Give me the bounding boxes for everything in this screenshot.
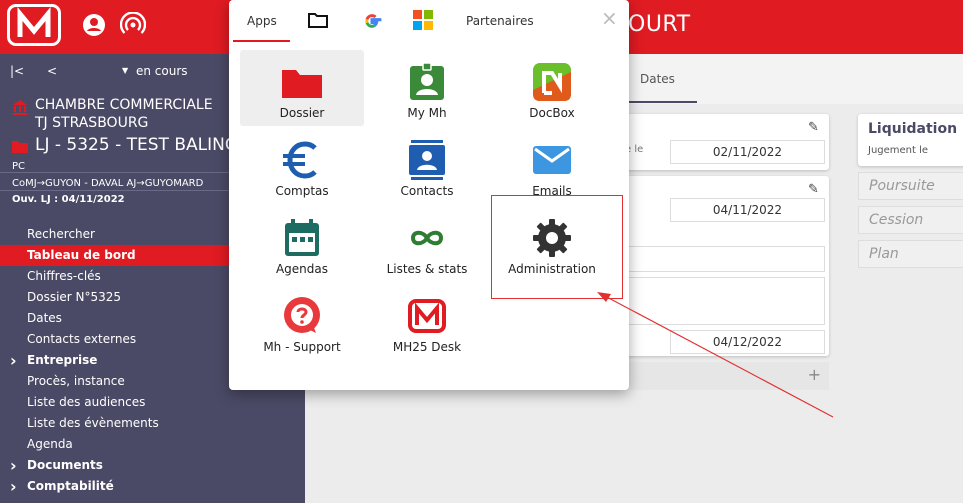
account-circle-icon[interactable]: [81, 12, 107, 38]
sidebar-item-label: Chiffres-clés: [27, 269, 101, 283]
calendar-icon: [285, 219, 319, 256]
folder-icon: [282, 70, 322, 98]
procedure-option-cession[interactable]: Cession: [858, 206, 963, 234]
textarea-field[interactable]: [615, 277, 825, 325]
edit-pencil-icon[interactable]: ✎: [808, 120, 819, 135]
euro-icon: [283, 141, 317, 179]
app-listes-stats[interactable]: Listes & stats: [365, 206, 489, 282]
date-field[interactable]: 02/11/2022: [670, 140, 825, 164]
details-card: ✎ 04/11/2022 04/12/2022: [605, 176, 829, 356]
app-agendas[interactable]: Agendas: [240, 206, 364, 282]
tab-dates[interactable]: Dates: [640, 72, 675, 86]
opening-date: Ouv. LJ : 04/11/2022: [12, 194, 125, 205]
infinity-icon: [410, 230, 444, 246]
tab-microsoft-icon[interactable]: [413, 10, 433, 30]
folder-icon: [12, 141, 28, 153]
app-docbox[interactable]: DocBox: [490, 50, 614, 126]
edit-pencil-icon[interactable]: ✎: [808, 182, 819, 197]
app-label: Agendas: [275, 262, 329, 276]
docbox-icon: [533, 63, 571, 101]
date-field[interactable]: 04/11/2022: [670, 198, 825, 222]
sidebar-item-label: Rechercher: [27, 227, 95, 241]
sidebar-item-label: Agenda: [27, 437, 73, 451]
sidebar-item-agenda[interactable]: Agenda: [0, 434, 305, 455]
app-logo[interactable]: [7, 4, 61, 46]
app-label: Listes & stats: [386, 262, 468, 276]
app-contacts[interactable]: Contacts: [365, 128, 489, 204]
app-my-mh[interactable]: My Mh: [365, 50, 489, 126]
date-field[interactable]: 04/12/2022: [670, 330, 825, 354]
date-card: ✎ e le 02/11/2022: [605, 114, 829, 170]
annotation-highlight-box: [491, 195, 623, 299]
close-icon[interactable]: ×: [601, 6, 618, 30]
chevron-right-icon: ›: [10, 351, 17, 370]
add-button[interactable]: +: [808, 365, 821, 384]
court-building-icon: [13, 100, 27, 115]
tab-apps[interactable]: Apps: [247, 14, 277, 28]
email-icon: [533, 146, 571, 174]
procedure-option-poursuite[interactable]: Poursuite: [858, 172, 963, 200]
sidebar-item-label: Liste des audiences: [27, 395, 146, 409]
liquidation-subtitle: Jugement le: [868, 145, 929, 156]
sidebar-item-label: Liste des évènements: [27, 416, 159, 430]
mandataires: CoMJ→GUYON - DAVAL AJ→GUYOMARD: [12, 178, 204, 189]
app-label: My Mh: [407, 106, 447, 120]
app-label: MH25 Desk: [392, 340, 462, 354]
tab-google-icon[interactable]: [362, 11, 382, 31]
badge-icon: [410, 62, 444, 100]
sidebar-item-label: Tableau de bord: [27, 248, 136, 262]
sidebar-item-liste-des-audiences[interactable]: Liste des audiences: [0, 392, 305, 413]
first-record-button[interactable]: |<: [10, 64, 24, 78]
sidebar-item-label: Dossier N°5325: [27, 290, 122, 304]
text-field[interactable]: [615, 246, 825, 272]
tab-partenaires[interactable]: Partenaires: [466, 14, 534, 28]
broadcast-icon[interactable]: [120, 12, 146, 38]
app-comptas[interactable]: Comptas: [240, 128, 364, 204]
chevron-right-icon: ›: [10, 477, 17, 496]
sidebar-item-documents[interactable]: › Documents: [0, 455, 305, 476]
app-label: Dossier: [279, 106, 325, 120]
app-mh25-desk[interactable]: MH25 Desk: [365, 284, 489, 360]
sidebar-item-label: Contacts externes: [27, 332, 137, 346]
procedure-option-plan[interactable]: Plan: [858, 240, 963, 268]
status-dropdown[interactable]: en cours: [136, 64, 188, 78]
mh-logo-icon: [408, 299, 446, 333]
sidebar-item-comptabilit[interactable]: › Comptabilité: [0, 476, 305, 497]
tab-folder-icon[interactable]: [308, 12, 328, 28]
app-label: Comptas: [275, 184, 329, 198]
app-label: Contacts: [400, 184, 454, 198]
app-mh-support[interactable]: Mh - Support: [240, 284, 364, 360]
status-dropdown-caret-icon[interactable]: ▼: [122, 66, 128, 75]
tab-apps-underline: [233, 40, 290, 42]
sidebar-item-label: Dates: [27, 311, 62, 325]
sidebar-item-label: Procès, instance: [27, 374, 125, 388]
sidebar-item-liste-des-v-nements[interactable]: Liste des évènements: [0, 413, 305, 434]
liquidation-card[interactable]: Liquidation Jugement le: [858, 114, 963, 166]
tab-dates-underline: [627, 101, 697, 103]
app-emails[interactable]: Emails: [490, 128, 614, 204]
sidebar-item-label: Entreprise: [27, 353, 98, 367]
record-navigation: |< < ▼ en cours: [0, 62, 230, 82]
app-label: DocBox: [529, 106, 575, 120]
liquidation-title: Liquidation: [868, 121, 958, 137]
previous-record-button[interactable]: <: [47, 64, 57, 78]
sidebar-item-label: Comptabilité: [27, 479, 114, 493]
app-label: Mh - Support: [263, 340, 341, 354]
contacts-icon: [409, 140, 445, 180]
sidebar-item-label: Documents: [27, 458, 103, 472]
app-dossier[interactable]: Dossier: [240, 50, 364, 126]
page-title: OURT: [628, 12, 691, 37]
help-icon: [284, 297, 320, 333]
add-row: +: [605, 362, 829, 390]
chevron-right-icon: ›: [10, 456, 17, 475]
